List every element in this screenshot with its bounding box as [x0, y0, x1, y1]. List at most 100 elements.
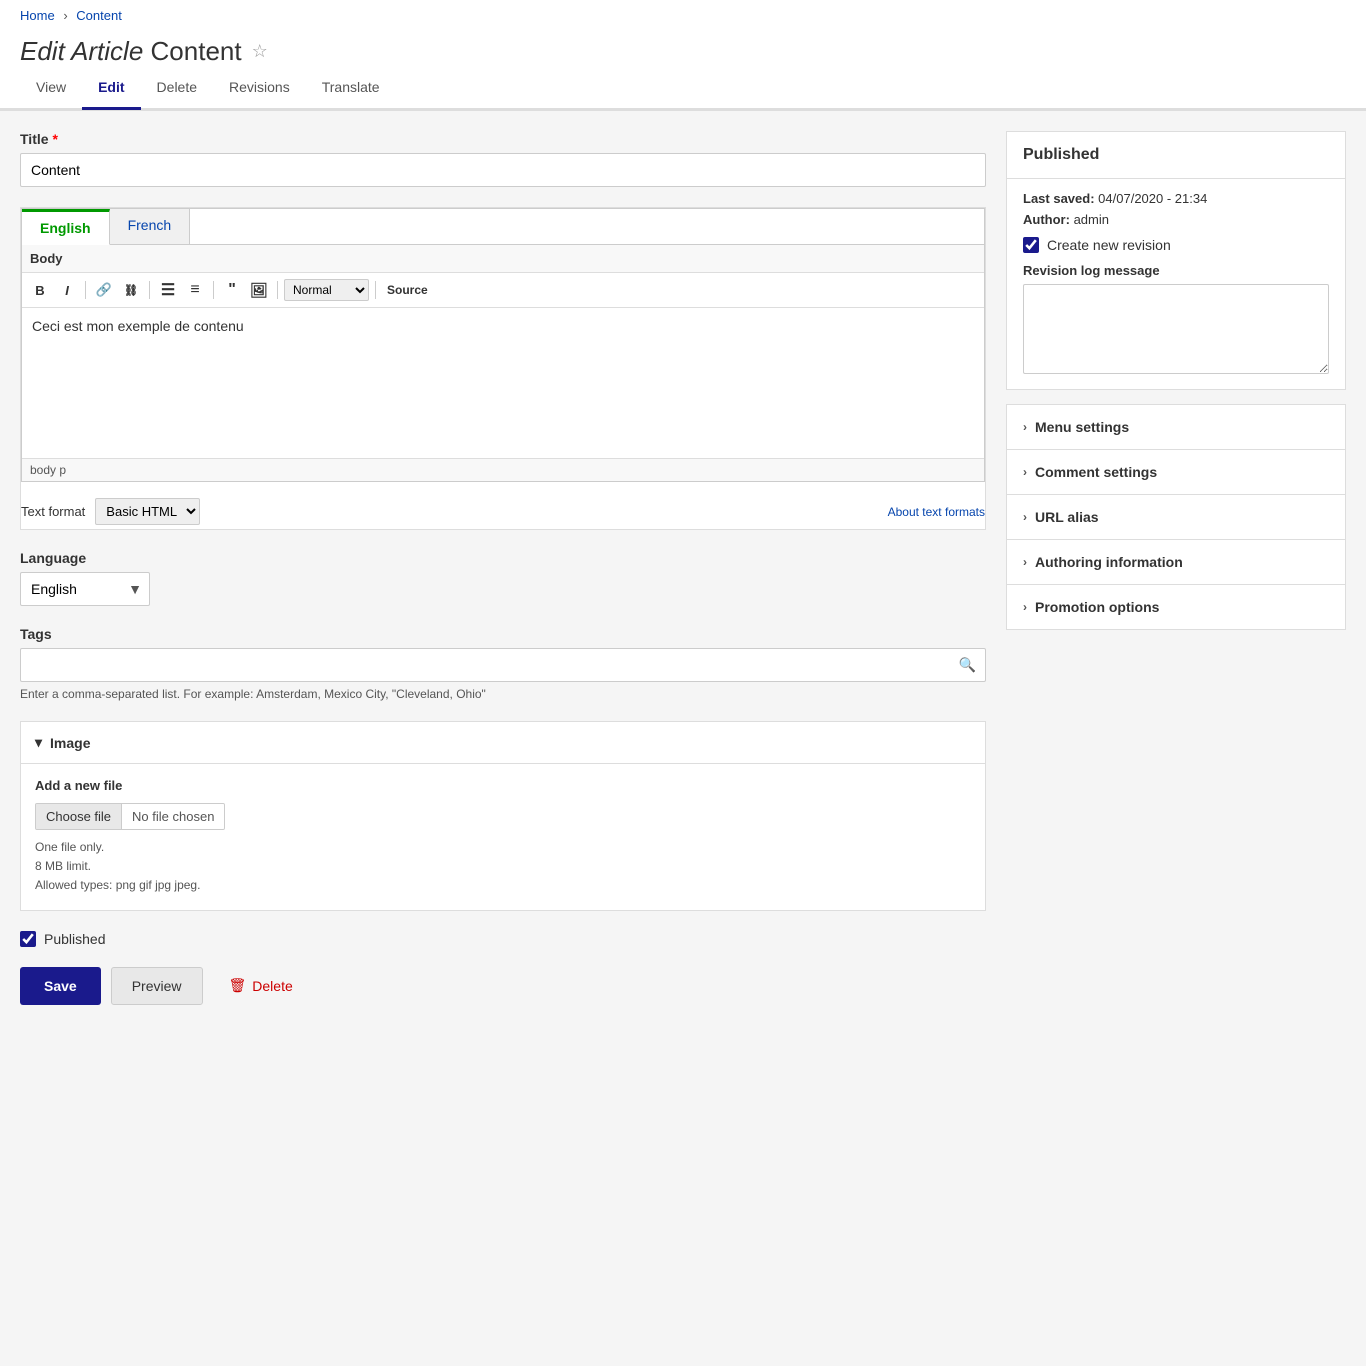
ol-btn[interactable]: ≡	[183, 278, 207, 302]
accordion-authoring: › Authoring information	[1006, 539, 1346, 585]
blockquote-btn[interactable]: "	[220, 278, 244, 302]
breadcrumb-home[interactable]: Home	[20, 8, 55, 23]
tags-label: Tags	[20, 626, 986, 642]
accordion-comment-settings-header[interactable]: › Comment settings	[1007, 450, 1345, 494]
file-hint-3: Allowed types: png gif jpg jpeg.	[35, 876, 971, 895]
delete-button[interactable]: 🗑 Delete	[213, 967, 309, 1005]
accordion-url-alias-header[interactable]: › URL alias	[1007, 495, 1345, 539]
body-section: English French Body B I 🔗 ⛓ ☰ ≡ " 🖼	[20, 207, 986, 530]
language-label: Language	[20, 550, 986, 566]
file-hint-1: One file only.	[35, 838, 971, 857]
published-checkbox[interactable]	[20, 931, 36, 947]
lang-tab-french[interactable]: French	[110, 209, 191, 244]
accordion-chevron-promotion: ›	[1023, 600, 1027, 614]
accordion-chevron-authoring: ›	[1023, 555, 1027, 569]
toolbar-sep4	[277, 281, 278, 299]
accordion-menu-settings: › Menu settings	[1006, 404, 1346, 450]
image-collapse-icon: ▾	[35, 734, 42, 751]
toolbar-sep2	[149, 281, 150, 299]
search-icon: 🔍	[959, 657, 976, 674]
editor-content-area[interactable]: Ceci est mon exemple de contenu	[22, 308, 984, 458]
language-tab-bar: English French	[21, 208, 985, 244]
breadcrumb-content[interactable]: Content	[76, 8, 122, 23]
language-field: Language English French Spanish German ▼	[20, 550, 986, 606]
revision-log-textarea[interactable]	[1023, 284, 1329, 374]
breadcrumb-sep1: ›	[63, 8, 67, 23]
link-btn[interactable]: 🔗	[92, 278, 116, 302]
tab-revisions[interactable]: Revisions	[213, 67, 306, 110]
language-select-wrapper: English French Spanish German ▼	[20, 572, 150, 606]
accordion-chevron-comment: ›	[1023, 465, 1027, 479]
image-section: ▾ Image Add a new file Choose file No fi…	[20, 721, 986, 911]
text-format-select[interactable]: Basic HTML Full HTML Plain text	[95, 498, 200, 525]
image-btn[interactable]: 🖼	[247, 278, 271, 302]
status-card: Published Last saved: 04/07/2020 - 21:34…	[1006, 131, 1346, 390]
tags-field: Tags 🔍 Enter a comma-separated list. For…	[20, 626, 986, 701]
format-select[interactable]: Normal Heading 1 Heading 2 Heading 3	[284, 279, 369, 301]
accordion-menu-settings-header[interactable]: › Menu settings	[1007, 405, 1345, 449]
tab-edit[interactable]: Edit	[82, 67, 140, 110]
language-select[interactable]: English French Spanish German	[20, 572, 150, 606]
toolbar-sep5	[375, 281, 376, 299]
last-saved-row: Last saved: 04/07/2020 - 21:34	[1023, 191, 1329, 206]
editor-footer: body p	[22, 458, 984, 481]
unlink-btn[interactable]: ⛓	[119, 278, 143, 302]
accordion-url-alias: › URL alias	[1006, 494, 1346, 540]
tags-hint: Enter a comma-separated list. For exampl…	[20, 687, 986, 701]
create-revision-checkbox[interactable]	[1023, 237, 1039, 253]
published-label[interactable]: Published	[44, 931, 106, 947]
file-hints: One file only. 8 MB limit. Allowed types…	[35, 838, 971, 896]
file-input-label[interactable]: Choose file No file chosen	[35, 803, 225, 830]
tab-delete[interactable]: Delete	[141, 67, 213, 110]
published-checkbox-row: Published	[20, 931, 986, 947]
file-input-row: Choose file No file chosen	[35, 803, 971, 830]
accordion: › Menu settings › Comment settings › URL…	[1006, 404, 1346, 630]
title-required: *	[53, 131, 58, 147]
tags-input-wrapper: 🔍	[20, 648, 986, 682]
text-format-label: Text format	[21, 504, 85, 519]
about-formats-link[interactable]: About text formats	[888, 505, 985, 519]
status-card-header: Published	[1007, 132, 1345, 179]
title-input[interactable]	[20, 153, 986, 187]
bold-btn[interactable]: B	[28, 278, 52, 302]
main-tabs: View Edit Delete Revisions Translate	[0, 67, 1366, 110]
author-row: Author: admin	[1023, 212, 1329, 227]
image-section-body: Add a new file Choose file No file chose…	[21, 764, 985, 910]
body-label: Body	[22, 245, 984, 273]
file-hint-2: 8 MB limit.	[35, 857, 971, 876]
save-button[interactable]: Save	[20, 967, 101, 1005]
editor-toolbar: B I 🔗 ⛓ ☰ ≡ " 🖼 Normal Heading 1 Head	[22, 273, 984, 308]
body-editor: Body B I 🔗 ⛓ ☰ ≡ " 🖼 Normal He	[21, 244, 985, 482]
tab-translate[interactable]: Translate	[306, 67, 396, 110]
accordion-promotion-header[interactable]: › Promotion options	[1007, 585, 1345, 629]
accordion-promotion: › Promotion options	[1006, 584, 1346, 630]
accordion-chevron-menu: ›	[1023, 420, 1027, 434]
delete-icon: 🗑	[229, 977, 247, 994]
action-buttons: Save Preview 🗑 Delete	[20, 967, 986, 1005]
breadcrumb: Home › Content	[0, 0, 1366, 31]
revision-log-label: Revision log message	[1023, 263, 1329, 278]
italic-btn[interactable]: I	[55, 278, 79, 302]
title-field: Title *	[20, 131, 986, 187]
choose-file-btn[interactable]: Choose file	[36, 804, 122, 829]
tab-view[interactable]: View	[20, 67, 82, 110]
source-btn[interactable]: Source	[382, 278, 433, 302]
lang-tab-english[interactable]: English	[22, 209, 110, 245]
page-title: Edit Article Content	[20, 36, 242, 67]
preview-button[interactable]: Preview	[111, 967, 203, 1005]
image-section-header[interactable]: ▾ Image	[21, 722, 985, 764]
star-icon[interactable]: ☆	[252, 41, 268, 62]
accordion-authoring-header[interactable]: › Authoring information	[1007, 540, 1345, 584]
accordion-comment-settings: › Comment settings	[1006, 449, 1346, 495]
tags-input[interactable]	[20, 648, 986, 682]
no-file-text: No file chosen	[122, 804, 224, 829]
toolbar-sep3	[213, 281, 214, 299]
add-file-label: Add a new file	[35, 778, 971, 793]
create-revision-row: Create new revision	[1023, 237, 1329, 253]
ul-btn[interactable]: ☰	[156, 278, 180, 302]
title-label: Title	[20, 131, 49, 147]
toolbar-sep1	[85, 281, 86, 299]
create-revision-label[interactable]: Create new revision	[1047, 237, 1171, 253]
sidebar: Published Last saved: 04/07/2020 - 21:34…	[1006, 131, 1346, 1005]
image-section-label: Image	[50, 735, 90, 751]
